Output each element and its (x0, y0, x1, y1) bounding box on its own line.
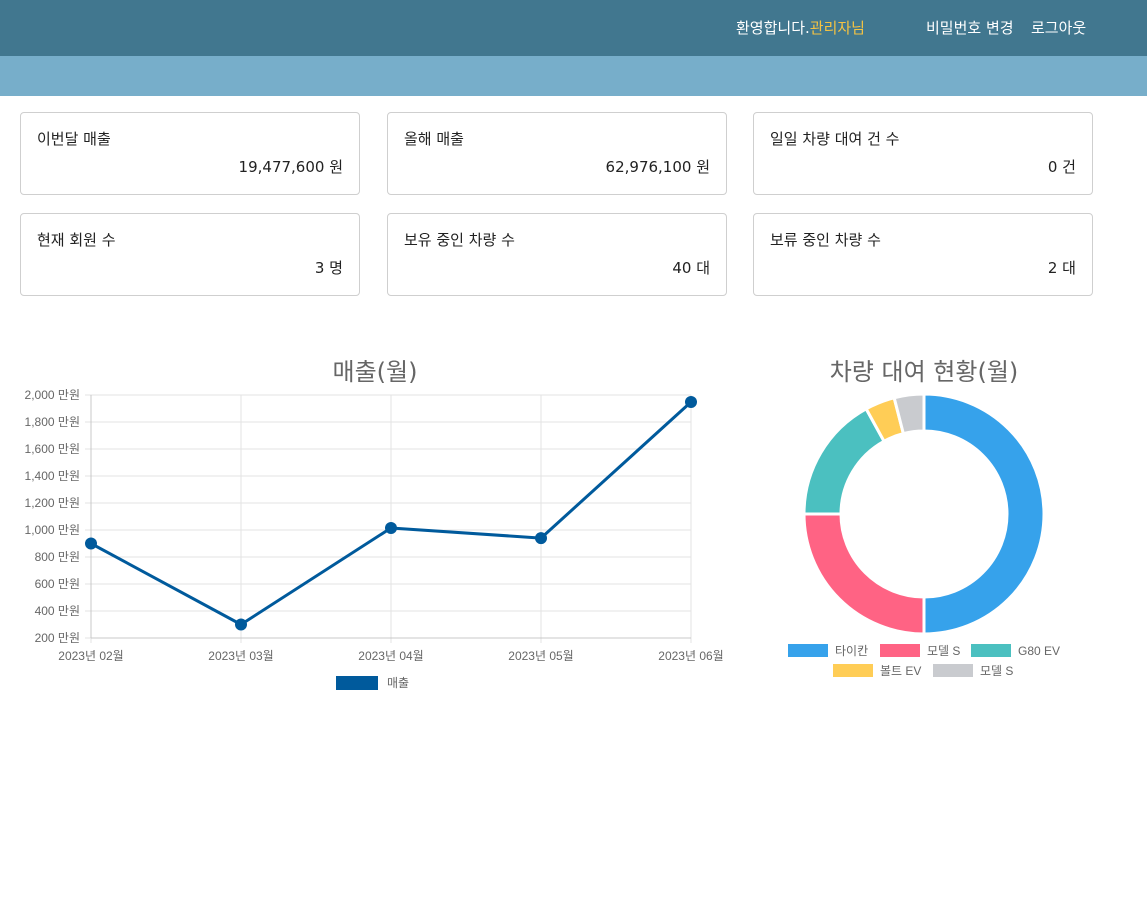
legend-swatch-0 (788, 644, 828, 657)
stat-card-daily-rentals: 일일 차량 대여 건 수 0 건 (753, 112, 1093, 195)
stat-card-members: 현재 회원 수 3 명 (20, 213, 360, 296)
data-point (85, 537, 97, 550)
y-tick-label: 400 만원 (35, 604, 80, 618)
y-tick-label: 800 만원 (35, 550, 80, 564)
y-tick-label: 600 만원 (35, 577, 80, 591)
stat-label: 현재 회원 수 (37, 231, 116, 249)
donut-slice-2 (802, 406, 887, 516)
data-point (535, 532, 547, 545)
y-tick-label: 1,600 만원 (25, 442, 80, 456)
stat-card-monthly-sales: 이번달 매출 19,477,600 원 (20, 112, 360, 195)
legend-swatch-4 (933, 664, 973, 677)
stat-label: 일일 차량 대여 건 수 (770, 130, 900, 148)
welcome-prefix: 환영합니다. (736, 19, 810, 37)
legend-swatch-2 (971, 644, 1011, 657)
rental-donut-chart: 타이칸 모델 S G80 EV볼트 EV 모델 S (788, 392, 1060, 678)
stat-value: 40 대 (672, 259, 710, 277)
logout-link[interactable]: 로그아웃 (1031, 17, 1086, 38)
x-tick-label: 2023년 03월 (208, 649, 273, 663)
stat-value: 3 명 (314, 259, 343, 277)
legend-label-4: 모델 S (980, 664, 1013, 678)
stat-card-owned-vehicles: 보유 중인 차량 수 40 대 (387, 213, 727, 296)
y-tick-label: 1,400 만원 (25, 469, 80, 483)
welcome-user-name: 관리자님 (809, 19, 865, 37)
legend-label-2: G80 EV (1018, 644, 1060, 658)
y-tick-label: 1,800 만원 (25, 415, 80, 429)
welcome-message: 환영합니다.관리자님 (736, 17, 865, 38)
legend-label-0: 타이칸 (835, 644, 868, 658)
legend-label-3: 볼트 EV (880, 664, 921, 678)
x-tick-label: 2023년 04월 (358, 649, 423, 663)
stat-value: 0 건 (1047, 158, 1076, 176)
stat-card-pending-vehicles: 보류 중인 차량 수 2 대 (753, 213, 1093, 296)
data-point (685, 396, 697, 409)
y-tick-label: 2,000 만원 (25, 388, 80, 402)
stat-value: 2 대 (1047, 259, 1076, 277)
stat-value: 19,477,600 원 (238, 158, 343, 176)
stat-label: 보류 중인 차량 수 (770, 231, 881, 249)
x-tick-label: 2023년 02월 (58, 649, 123, 663)
y-tick-label: 200 만원 (35, 631, 80, 645)
change-password-link[interactable]: 비밀번호 변경 (926, 17, 1014, 38)
stat-label: 보유 중인 차량 수 (404, 231, 515, 249)
y-tick-label: 1,200 만원 (25, 496, 80, 510)
data-point (235, 618, 247, 631)
legend-label-1: 모델 S (927, 644, 960, 658)
stat-card-yearly-sales: 올해 매출 62,976,100 원 (387, 112, 727, 195)
legend-swatch-sales (336, 676, 378, 690)
y-tick-label: 1,000 만원 (25, 523, 80, 537)
donut-slice-1 (802, 512, 926, 636)
legend-swatch-1 (880, 644, 920, 657)
donut-slice-0 (922, 392, 1046, 636)
x-tick-label: 2023년 06월 (658, 649, 723, 663)
stat-label: 올해 매출 (404, 130, 464, 148)
stat-label: 이번달 매출 (37, 130, 111, 148)
data-point (385, 521, 397, 534)
sales-line-chart: 200 만원 400 만원 600 만원 800 만원 1,000 만원 1,200 만원… (25, 388, 724, 690)
top-navbar: 환영합니다.관리자님 비밀번호 변경 로그아웃 (0, 0, 1147, 56)
legend-swatch-3 (833, 664, 873, 677)
x-tick-label: 2023년 05월 (508, 649, 573, 663)
sub-navbar (0, 56, 1147, 96)
legend-label-sales: 매출 (387, 676, 409, 690)
stat-value: 62,976,100 원 (605, 158, 710, 176)
